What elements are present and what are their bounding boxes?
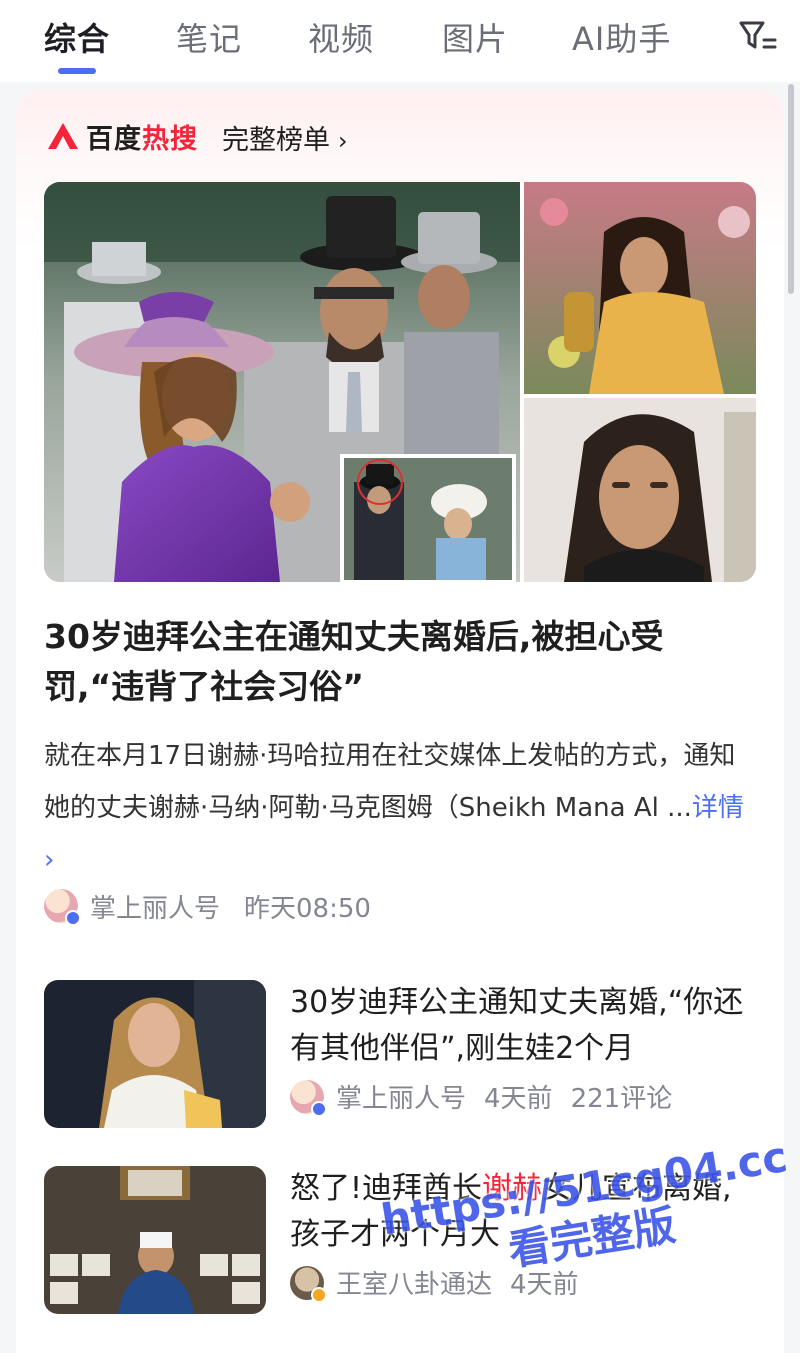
source-avatar[interactable]: [290, 1265, 327, 1303]
tab-all[interactable]: 综合: [44, 14, 110, 60]
tab-notes[interactable]: 笔记: [176, 14, 242, 60]
related-article-1-thumbnail: [44, 980, 266, 1128]
related-article-1-title: 30岁迪拜公主通知丈夫离婚,“你还有其他伴侣”,刚生娃2个月: [290, 985, 744, 1066]
photo-collage: [44, 182, 756, 582]
hot-search-logo-icon: [48, 123, 78, 149]
verified-badge-icon: [311, 1286, 327, 1303]
source-name[interactable]: 掌上丽人号: [90, 888, 220, 925]
chevron-right-icon: ›: [338, 127, 348, 155]
related-article-1-meta: 掌上丽人号 4天前 221评论: [290, 1078, 673, 1117]
summary-text: 就在本月17日谢赫·玛哈拉用在社交媒体上发帖的方式，通知她的丈夫谢赫·马纳·阿勒…: [44, 741, 736, 823]
tab-ai-assistant[interactable]: AI助手: [572, 14, 671, 60]
verified-badge-icon: [65, 910, 81, 926]
main-article-summary: 就在本月17日谢赫·玛哈拉用在社交媒体上发帖的方式，通知她的丈夫谢赫·马纳·阿勒…: [44, 730, 756, 886]
main-article-headline[interactable]: 30岁迪拜公主在通知丈夫离婚后,被担心受罚,“违背了社会习俗”: [44, 612, 756, 712]
verified-badge-icon: [311, 1100, 327, 1117]
main-article-meta: 掌上丽人号 昨天08:50: [44, 886, 371, 926]
main-article-image-collage[interactable]: [44, 182, 756, 582]
filter-icon[interactable]: [738, 16, 778, 56]
comment-count[interactable]: 221评论: [571, 1078, 673, 1115]
source-name[interactable]: 掌上丽人号: [336, 1078, 466, 1115]
publish-time: 昨天08:50: [244, 893, 371, 924]
tab-images[interactable]: 图片: [442, 14, 508, 60]
tab-videos[interactable]: 视频: [308, 14, 374, 60]
active-tab-indicator: [58, 68, 96, 74]
scrollbar[interactable]: [788, 84, 794, 294]
full-list-link[interactable]: 完整榜单 ›: [222, 118, 348, 157]
baidu-hot-search-logo[interactable]: 百度热搜: [46, 118, 198, 155]
source-avatar[interactable]: [290, 1079, 327, 1117]
hot-search-logo-text: 百度热搜: [86, 123, 198, 155]
top-tab-bar: 综合 笔记 视频 图片 AI助手: [0, 0, 800, 82]
related-article-2-thumbnail: [44, 1166, 266, 1314]
related-article-1[interactable]: 30岁迪拜公主通知丈夫离婚,“你还有其他伴侣”,刚生娃2个月 掌上丽人号 4天前…: [44, 980, 756, 1130]
publish-time: 4天前: [484, 1084, 553, 1114]
source-avatar[interactable]: [44, 889, 81, 926]
full-list-label: 完整榜单: [222, 125, 330, 156]
